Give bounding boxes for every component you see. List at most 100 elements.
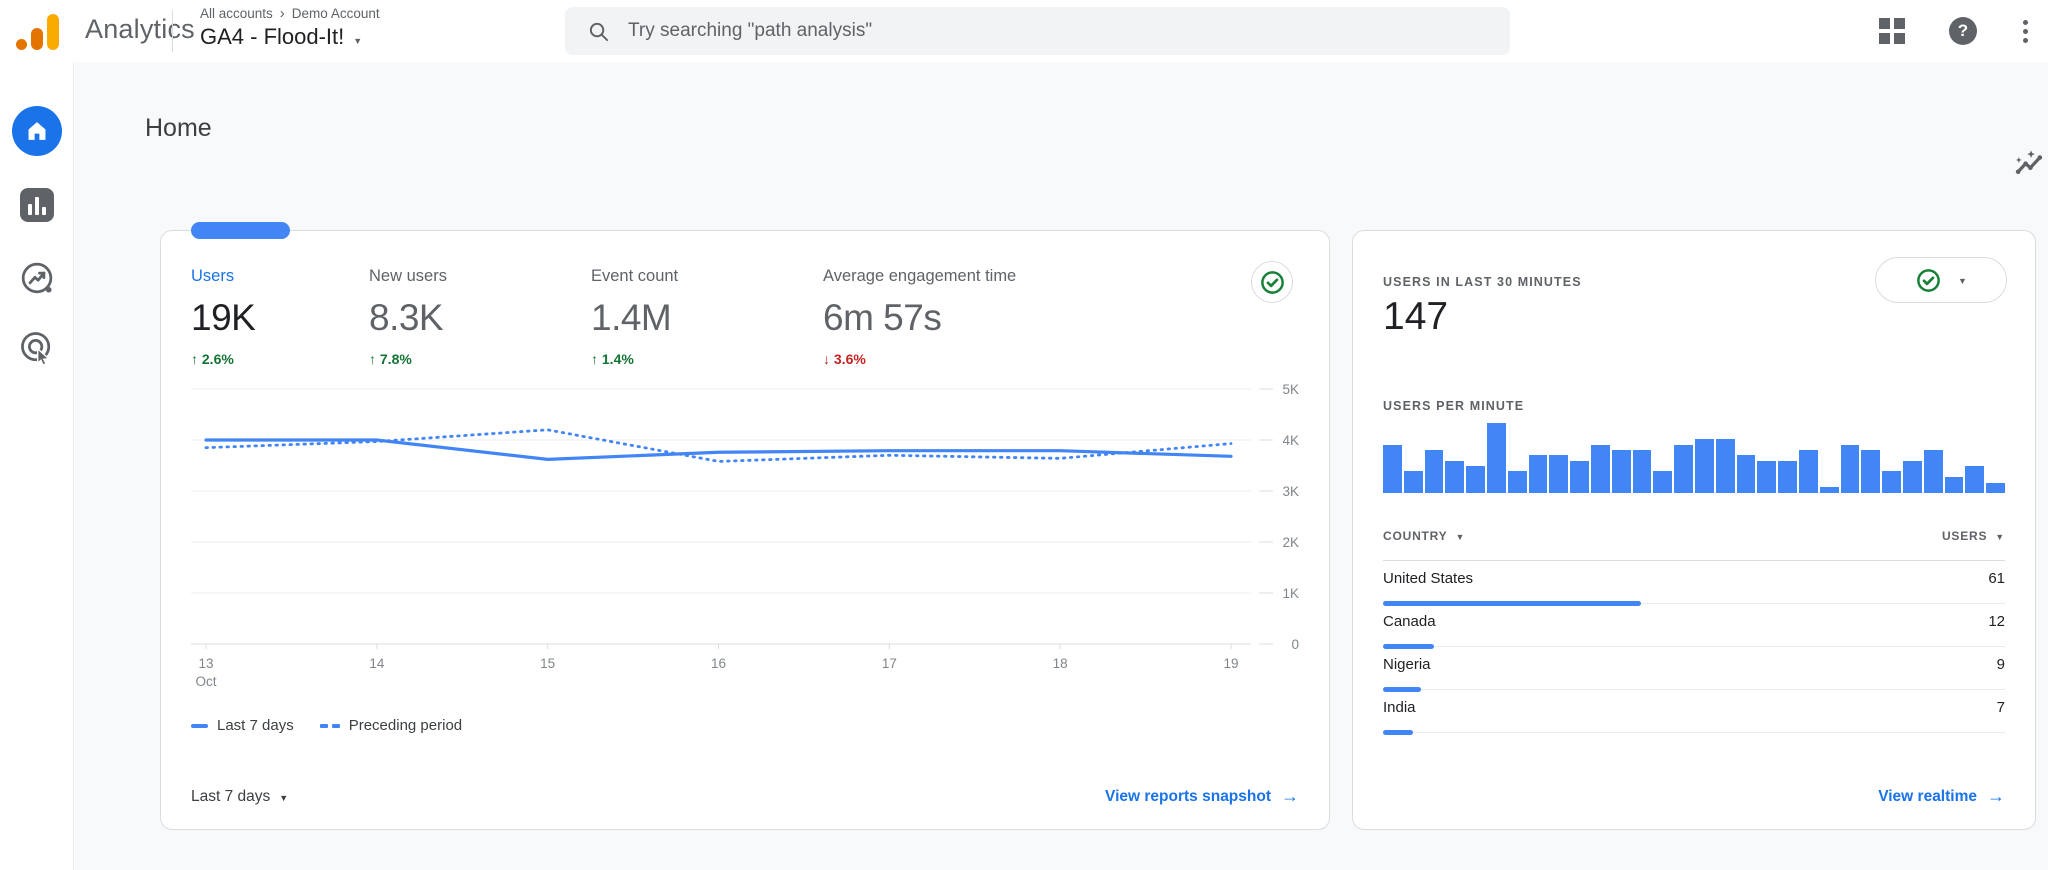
metric-value: 8.3K — [369, 297, 444, 338]
country-name: United States — [1383, 570, 1474, 587]
metric-tab-event-count[interactable]: Event count 1.4M ↑ 1.4% — [591, 267, 823, 367]
help-icon[interactable] — [1949, 17, 1977, 45]
country-row: United States 61 — [1383, 561, 2005, 606]
arrow-right-icon — [1281, 786, 1299, 807]
svg-text:19: 19 — [1223, 656, 1238, 671]
product-name: Analytics — [85, 14, 195, 44]
svg-text:4K: 4K — [1282, 433, 1299, 448]
legend-label: Last 7 days — [217, 717, 294, 734]
analytics-logo-icon — [16, 11, 62, 51]
metric-tab-new-users[interactable]: New users 8.3K ↑ 7.8% — [369, 267, 591, 367]
minute-bar — [1383, 444, 1402, 493]
view-realtime-link[interactable]: View realtime — [1878, 786, 2005, 807]
chevron-down-icon — [1958, 271, 1967, 289]
minute-bar — [1923, 449, 1943, 493]
legend-label: Preceding period — [348, 717, 463, 734]
country-row: Nigeria 9 — [1383, 647, 2005, 692]
data-quality-button[interactable] — [1251, 261, 1293, 303]
search-input[interactable] — [628, 20, 1488, 42]
insights-icon[interactable] — [2010, 146, 2048, 184]
minute-bar — [1840, 444, 1860, 493]
svg-text:16: 16 — [711, 656, 726, 671]
sidebar-item-explore[interactable] — [19, 260, 55, 296]
explore-icon — [21, 262, 52, 294]
more-options-kebab-icon[interactable] — [2021, 18, 2030, 45]
realtime-card: USERS IN LAST 30 MINUTES 147 USERS PER M… — [1352, 230, 2036, 830]
users-trend-chart: 5K 4K 3K 2K 1K 0 13 Oct 14 15 16 17 18 19 — [191, 382, 1306, 708]
metric-tab-average-engagement-time[interactable]: Average engagement time 6m 57s ↓ 3.6% — [823, 267, 1203, 367]
minute-bar — [1798, 449, 1818, 493]
metric-tabs: Users 19K ↑ 2.6% New users 8.3K ↑ 7.8% Event c… — [191, 267, 1203, 367]
arrow-right-icon — [1987, 786, 2005, 807]
country-name: Canada — [1383, 613, 1436, 630]
minute-bar — [1590, 444, 1610, 493]
svg-text:1K: 1K — [1282, 586, 1299, 601]
header-divider — [172, 10, 173, 52]
svg-text:0: 0 — [1291, 637, 1299, 652]
minute-bar — [1944, 476, 1964, 493]
metric-value: 6m 57s — [823, 297, 942, 338]
date-range-selector[interactable]: Last 7 days — [191, 788, 288, 806]
main-content: Home Users 19K ↑ 2.6% New users 8.3K ↑ 7.8% Ev… — [75, 62, 2048, 870]
country-row: Canada 12 — [1383, 604, 2005, 649]
metric-tab-users[interactable]: Users 19K ↑ 2.6% — [191, 267, 369, 367]
minute-bar — [1486, 423, 1506, 493]
metric-label: Users — [191, 267, 235, 285]
property-switcher[interactable]: GA4 - Flood-It! — [200, 24, 380, 50]
realtime-title: USERS IN LAST 30 MINUTES — [1383, 275, 1582, 289]
minute-bar — [1694, 439, 1714, 493]
view-reports-snapshot-link[interactable]: View reports snapshot — [1105, 786, 1299, 807]
advertising-target-icon — [20, 332, 50, 366]
global-search[interactable] — [565, 7, 1510, 55]
country-users-value: 7 — [1996, 699, 2005, 716]
country-users-value: 9 — [1996, 656, 2005, 673]
sidebar-item-home[interactable] — [11, 106, 62, 156]
metric-label: New users — [369, 267, 447, 285]
minute-bar — [1674, 444, 1693, 493]
minute-bar — [1736, 455, 1756, 493]
metric-delta: ↑ 1.4% — [591, 351, 634, 367]
minute-bar — [1965, 466, 1985, 493]
minute-bar — [1632, 449, 1652, 493]
minute-bar — [1611, 449, 1631, 493]
metric-label: Average engagement time — [823, 267, 1017, 285]
check-circle-icon — [1260, 270, 1284, 294]
chevron-right-icon — [280, 5, 285, 22]
minute-bar — [1986, 482, 2005, 493]
breadcrumb-account[interactable]: Demo Account — [292, 6, 380, 21]
realtime-status-dropdown[interactable] — [1875, 257, 2007, 303]
overview-card: Users 19K ↑ 2.6% New users 8.3K ↑ 7.8% Event c… — [160, 222, 1330, 830]
check-circle-icon — [1917, 268, 1940, 292]
minute-bar — [1507, 471, 1527, 493]
metric-delta: ↑ 2.6% — [191, 351, 234, 367]
minute-bar — [1445, 460, 1465, 493]
users-column-header[interactable]: USERS — [1942, 529, 2005, 543]
diagnostics-grid-icon[interactable] — [1879, 18, 1905, 44]
country-table: United States 61 Canada 12 Nigeria 9 India 7 — [1383, 561, 2005, 735]
minute-bar — [1424, 449, 1444, 493]
svg-text:15: 15 — [540, 656, 555, 671]
sidebar-item-reports[interactable] — [19, 188, 54, 222]
users-per-minute-title: USERS PER MINUTE — [1383, 399, 1525, 413]
svg-text:5K: 5K — [1282, 383, 1299, 397]
minute-bar — [1819, 487, 1839, 493]
minute-bar — [1403, 471, 1423, 493]
sidebar-item-advertising[interactable] — [19, 330, 55, 366]
property-name: GA4 - Flood-It! — [200, 24, 345, 49]
breadcrumb-root[interactable]: All accounts — [200, 6, 273, 21]
minute-bar — [1549, 455, 1569, 493]
svg-text:2K: 2K — [1282, 535, 1299, 550]
bar-chart-icon — [27, 204, 32, 215]
svg-text:14: 14 — [369, 656, 385, 671]
metric-value: 19K — [191, 297, 256, 338]
country-name: Nigeria — [1383, 656, 1431, 673]
users-last-30min-value: 147 — [1383, 295, 1449, 338]
chevron-down-icon — [353, 24, 362, 50]
country-bar — [1383, 730, 1413, 735]
country-column-header[interactable]: COUNTRY — [1383, 529, 1465, 543]
minute-bar — [1861, 449, 1881, 493]
minute-bar — [1570, 460, 1589, 493]
top-app-bar: Analytics All accounts Demo Account GA4 … — [0, 0, 2048, 62]
svg-text:17: 17 — [882, 656, 897, 671]
svg-text:Oct: Oct — [195, 674, 216, 689]
